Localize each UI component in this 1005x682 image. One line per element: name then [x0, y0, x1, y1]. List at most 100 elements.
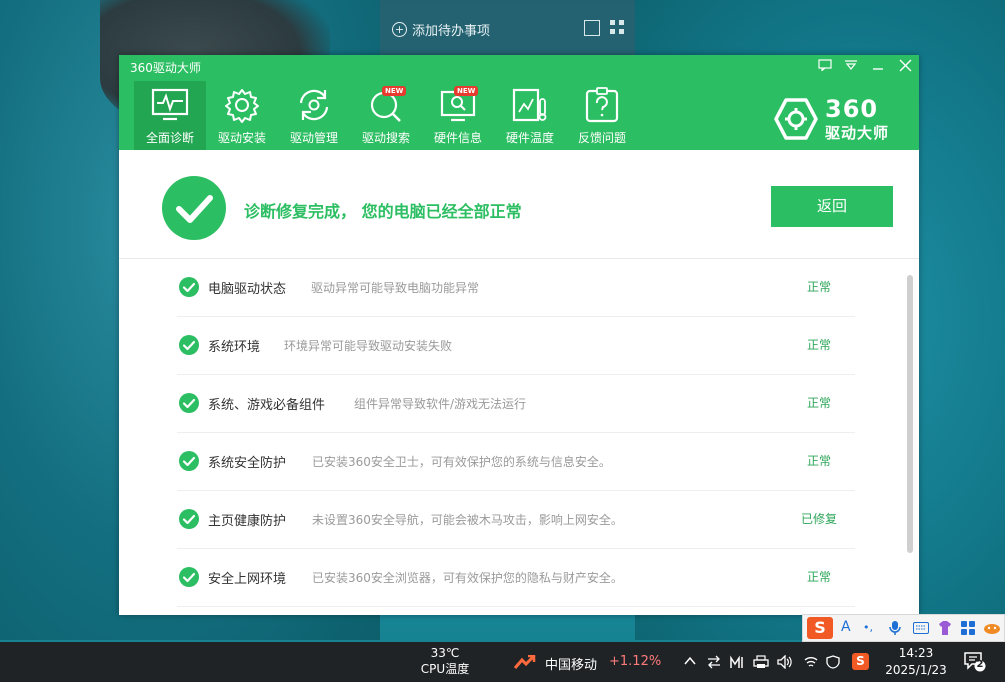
check-status: 正常 [806, 454, 831, 468]
cpu-temp-label: CPU温度 [420, 662, 470, 676]
check-row: 安全上网环境 已安装360安全浏览器，可有效保护您的隐私与财产安全。 正常 [177, 549, 855, 607]
nav-hardware-temp[interactable]: 硬件温度 [494, 81, 566, 150]
chevron-up-icon[interactable] [684, 656, 696, 666]
check-desc: 已安装360安全卫士，可有效保护您的系统与信息安全。 [312, 455, 611, 469]
todo-widget: + 添加待办事项 [380, 0, 635, 58]
check-circle-icon [179, 509, 199, 529]
nav-label: 全面诊断 [145, 131, 194, 145]
notification-count: 2 [976, 659, 984, 670]
check-status: 正常 [806, 338, 831, 352]
cpu-temp-value: 33℃ [430, 646, 460, 660]
check-status: 正常 [806, 570, 831, 584]
nav-driver-install[interactable]: 驱动安装 [206, 81, 278, 150]
nav-label: 驱动搜索 [361, 131, 410, 145]
ime-mode-toggle[interactable]: A [841, 619, 851, 635]
cpu-temp-widget[interactable]: 33℃ CPU温度 [420, 645, 470, 677]
feedback-icon[interactable] [815, 59, 835, 75]
check-desc: 驱动异常可能导致电脑功能异常 [311, 281, 480, 295]
meter-icon[interactable] [730, 655, 744, 669]
ime-punct-toggle[interactable]: •, [863, 621, 873, 634]
main-nav: 全面诊断 驱动安装 驱动管理 NEW 驱动搜索 NEW 硬件信息 硬件温度 反馈… [134, 81, 638, 150]
printer-icon[interactable] [753, 655, 769, 669]
check-status: 正常 [806, 396, 831, 410]
check-row: 系统、游戏必备组件 组件异常导致软件/游戏无法运行 正常 [177, 375, 855, 433]
qr-code-icon[interactable] [610, 20, 624, 34]
check-desc: 已安装360安全浏览器，可有效保护您的隐私与财产安全。 [312, 571, 623, 585]
check-status: 正常 [806, 280, 831, 294]
wifi-icon[interactable] [804, 655, 818, 669]
stock-name[interactable]: 中国移动 [545, 654, 597, 673]
check-name: 安全上网环境 [208, 572, 287, 587]
brand-logo: 360 驱动大师 [774, 95, 899, 142]
check-name: 系统安全防护 [208, 456, 287, 471]
check-desc: 环境异常可能导致驱动安装失败 [284, 339, 453, 353]
nav-label: 驱动安装 [217, 131, 266, 145]
success-check-icon [162, 176, 226, 240]
question-clipboard-icon [585, 87, 619, 123]
nav-full-diagnosis[interactable]: 全面诊断 [134, 81, 206, 150]
check-desc: 未设置360安全导航，可能会被木马攻击，影响上网安全。 [312, 513, 623, 527]
check-row: 系统安全防护 已安装360安全卫士，可有效保护您的系统与信息安全。 正常 [177, 433, 855, 491]
check-circle-icon [179, 393, 199, 413]
list-add-icon[interactable] [584, 20, 600, 36]
notification-button[interactable]: 2 [964, 652, 986, 675]
antivirus-icon[interactable] [826, 655, 840, 669]
transfer-icon[interactable] [707, 655, 721, 669]
close-button[interactable] [895, 59, 915, 75]
minimize-button[interactable] [868, 59, 888, 75]
monitor-pulse-icon [151, 88, 189, 121]
nav-label: 硬件温度 [505, 131, 554, 145]
clock[interactable]: 14:23 2025/1/23 [884, 645, 948, 679]
nav-feedback[interactable]: 反馈问题 [566, 81, 638, 150]
stock-trend-icon [514, 655, 536, 669]
check-name: 电脑驱动状态 [208, 282, 287, 297]
check-circle-icon [179, 335, 199, 355]
360-logo-icon [774, 98, 818, 140]
check-row: 电脑驱动状态 驱动异常可能导致电脑功能异常 正常 [177, 259, 855, 317]
nav-label: 驱动管理 [289, 131, 338, 145]
check-row: 主页健康防护 未设置360安全导航，可能会被木马攻击，影响上网安全。 已修复 [177, 491, 855, 549]
check-status: 已修复 [800, 512, 837, 526]
keyboard-icon[interactable] [913, 622, 929, 634]
nav-label: 硬件信息 [433, 131, 482, 145]
result-message: 诊断修复完成， 您的电脑已经全部正常 [244, 202, 522, 221]
volume-icon[interactable] [777, 655, 793, 669]
list-scrollbar[interactable] [907, 275, 913, 553]
new-badge: NEW [454, 86, 479, 96]
check-name: 主页健康防护 [208, 514, 287, 529]
result-panel: 诊断修复完成， 您的电脑已经全部正常 返回 [119, 150, 919, 259]
refresh-gear-icon [299, 89, 329, 121]
toolbox-icon[interactable] [961, 621, 975, 635]
todo-add-label: 添加待办事项 [412, 24, 491, 39]
driver-master-window: 360驱动大师 全面诊断 驱动安装 驱动管理 NEW 驱动搜索 NEW 硬件信息… [119, 55, 919, 615]
check-desc: 组件异常导致软件/游戏无法运行 [354, 397, 527, 411]
ime-tray-icon[interactable]: S [852, 653, 869, 670]
skin-icon[interactable] [937, 620, 953, 636]
plus-icon: + [392, 22, 407, 37]
nav-driver-search[interactable]: NEW 驱动搜索 [350, 81, 422, 150]
brand-name: 驱动大师 [825, 124, 890, 142]
ime-toolbar: S A •, [802, 614, 1005, 642]
clock-date: 2025/1/23 [885, 663, 947, 677]
check-circle-icon [179, 277, 199, 297]
ime-logo-icon[interactable]: S [807, 617, 833, 639]
mascot-icon[interactable] [983, 621, 1001, 635]
nav-label: 反馈问题 [577, 131, 626, 145]
nav-hardware-info[interactable]: NEW 硬件信息 [422, 81, 494, 150]
stock-change: +1.12% [609, 654, 662, 669]
check-circle-icon [179, 567, 199, 587]
new-badge: NEW [382, 86, 407, 96]
menu-icon[interactable] [841, 59, 861, 75]
app-title: 360驱动大师 [130, 61, 201, 75]
microphone-icon[interactable] [889, 620, 901, 636]
nav-driver-manage[interactable]: 驱动管理 [278, 81, 350, 150]
title-bar: 360驱动大师 全面诊断 驱动安装 驱动管理 NEW 驱动搜索 NEW 硬件信息… [119, 55, 919, 150]
todo-add-button[interactable]: + 添加待办事项 [392, 20, 490, 39]
taskbar: 33℃ CPU温度 中国移动 +1.12% S 14:23 2025/1/23 … [0, 642, 1005, 682]
return-button[interactable]: 返回 [771, 186, 893, 227]
clock-time: 14:23 [898, 646, 934, 660]
check-row: 系统环境 环境异常可能导致驱动安装失败 正常 [177, 317, 855, 375]
gear-icon [225, 89, 259, 123]
check-circle-icon [179, 451, 199, 471]
check-name: 系统、游戏必备组件 [208, 398, 326, 413]
